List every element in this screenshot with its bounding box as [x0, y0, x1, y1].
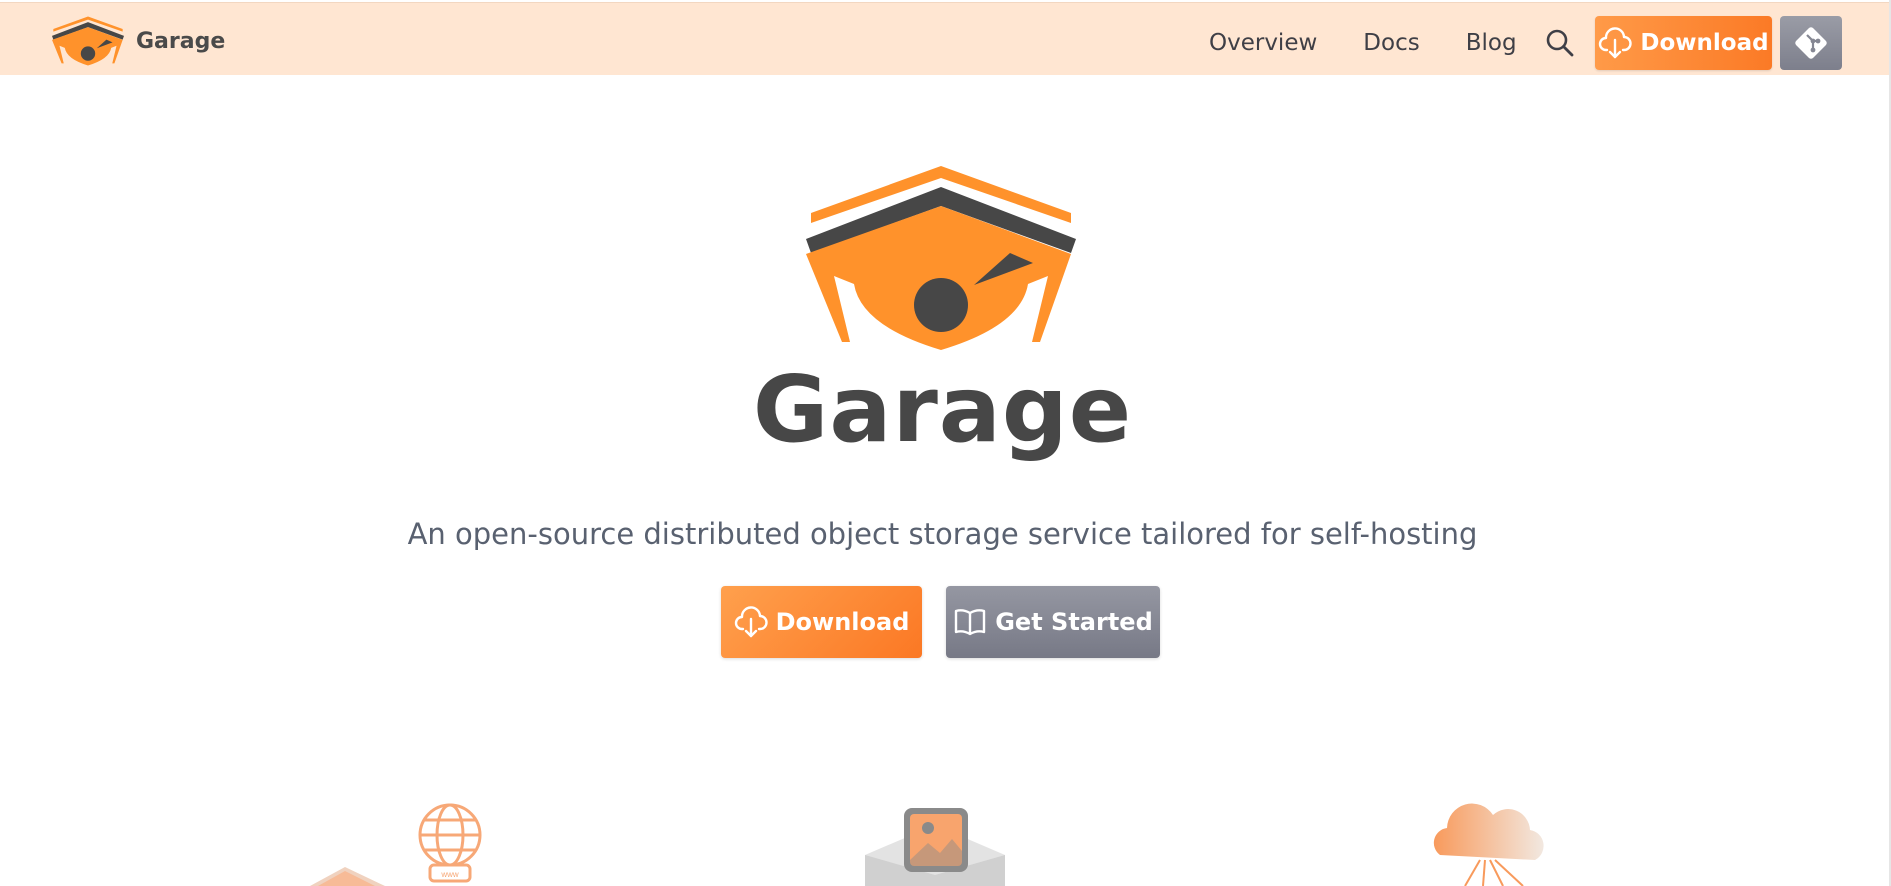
- brand-name: Garage: [136, 28, 226, 54]
- search-icon[interactable]: [1545, 28, 1575, 58]
- get-started-label: Get Started: [995, 608, 1153, 636]
- media-storage-illustration: [865, 808, 1005, 886]
- web-hosting-illustration: www: [310, 803, 482, 886]
- hero-download-button[interactable]: Download: [721, 586, 922, 658]
- nav-link-blog[interactable]: Blog: [1466, 30, 1517, 56]
- nav-download-label: Download: [1640, 30, 1769, 56]
- hero-title: Garage: [752, 356, 1133, 463]
- git-repo-button[interactable]: [1780, 16, 1842, 70]
- cloud-download-icon: [1599, 27, 1633, 59]
- git-icon: [1795, 27, 1827, 59]
- brand-home-link[interactable]: Garage: [52, 16, 225, 66]
- get-started-button[interactable]: Get Started: [946, 586, 1160, 658]
- nav-link-docs[interactable]: Docs: [1363, 30, 1419, 56]
- cloud-download-icon: [734, 606, 768, 638]
- hero-subtitle: An open-source distributed object storag…: [407, 517, 1478, 551]
- open-book-icon: [955, 609, 986, 636]
- garage-logo-icon: [806, 166, 1076, 350]
- svg-text:www: www: [440, 870, 459, 879]
- nav-link-overview[interactable]: Overview: [1209, 30, 1317, 56]
- nav-download-button[interactable]: Download: [1595, 16, 1772, 70]
- garage-logo-icon: [52, 16, 124, 66]
- page: Garage Overview Docs Blog Download Garag…: [0, 0, 1891, 886]
- top-navbar: Garage Overview Docs Blog Download: [0, 2, 1889, 75]
- hero-download-label: Download: [775, 608, 910, 636]
- cloud-network-illustration: [1433, 803, 1544, 886]
- nav-links: Overview Docs Blog: [1209, 23, 1563, 63]
